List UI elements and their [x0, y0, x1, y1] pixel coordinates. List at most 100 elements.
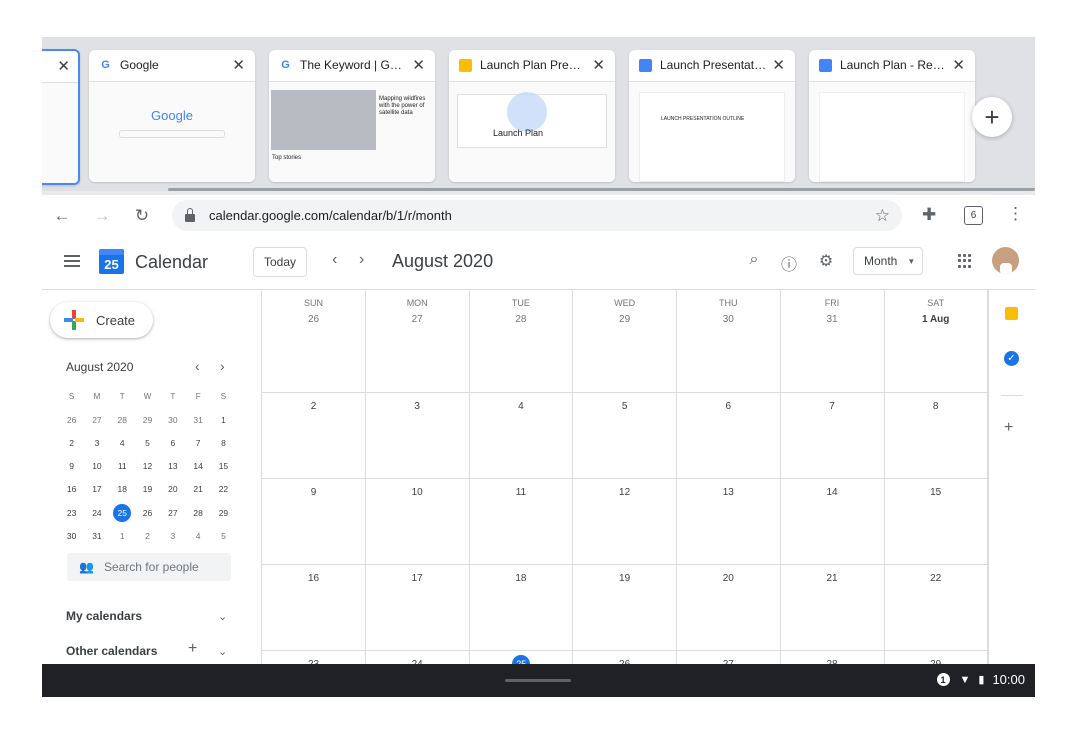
- day-number[interactable]: 28: [469, 314, 572, 325]
- mini-day[interactable]: 5: [135, 438, 160, 448]
- mini-day[interactable]: 24: [84, 508, 109, 518]
- day-number[interactable]: 14: [781, 487, 884, 498]
- my-calendars-label[interactable]: My calendars: [66, 609, 142, 623]
- mini-day[interactable]: 7: [185, 438, 210, 448]
- mini-day[interactable]: 12: [135, 461, 160, 471]
- shelf-handle[interactable]: [505, 679, 571, 682]
- mini-day[interactable]: 16: [59, 484, 84, 494]
- mini-day[interactable]: 3: [160, 531, 185, 541]
- forward-arrow-icon[interactable]: →: [82, 206, 122, 226]
- mini-day[interactable]: 28: [110, 415, 135, 425]
- day-number[interactable]: 16: [262, 573, 365, 584]
- day-number[interactable]: 1 Aug: [884, 314, 987, 325]
- mini-day[interactable]: 22: [211, 484, 236, 494]
- day-number[interactable]: 2: [262, 401, 365, 412]
- back-arrow-icon[interactable]: ←: [42, 206, 82, 226]
- tab-the-keyword[interactable]: G The Keyword | Google ✕ Mapping wildfir…: [269, 50, 435, 182]
- mini-day[interactable]: 14: [185, 461, 210, 471]
- mini-day[interactable]: 3: [84, 438, 109, 448]
- chevron-right-icon[interactable]: ›: [220, 358, 225, 374]
- chevron-left-icon[interactable]: ‹: [195, 358, 200, 374]
- day-number[interactable]: 31: [781, 314, 884, 325]
- mini-day[interactable]: 28: [185, 508, 210, 518]
- day-number[interactable]: 12: [573, 487, 676, 498]
- mini-day[interactable]: 21: [185, 484, 210, 494]
- mini-day[interactable]: 4: [185, 531, 210, 541]
- mini-day[interactable]: 9: [59, 461, 84, 471]
- keep-icon[interactable]: [1005, 307, 1018, 320]
- day-number[interactable]: 27: [366, 314, 469, 325]
- close-icon[interactable]: ✕: [952, 56, 965, 74]
- day-number[interactable]: 3: [366, 401, 469, 412]
- day-number[interactable]: 21: [781, 573, 884, 584]
- day-number[interactable]: 26: [262, 314, 365, 325]
- search-people-input[interactable]: 👥 Search for people: [67, 553, 231, 581]
- day-number[interactable]: 11: [469, 487, 572, 498]
- mini-day[interactable]: 25: [110, 503, 135, 522]
- mini-day[interactable]: 6: [160, 438, 185, 448]
- mini-day[interactable]: 19: [135, 484, 160, 494]
- view-select-month[interactable]: Month ▼: [853, 247, 923, 275]
- new-tab-button[interactable]: +: [972, 97, 1012, 137]
- tab-launch-presentation-outline[interactable]: Launch Presentation ... ✕ LAUNCH PRESENT…: [629, 50, 795, 182]
- search-icon[interactable]: ⌕: [743, 251, 765, 269]
- mini-day[interactable]: 11: [110, 461, 135, 471]
- extensions-puzzle-icon[interactable]: ✚: [922, 205, 936, 225]
- day-number[interactable]: 18: [469, 573, 572, 584]
- close-icon[interactable]: ✕: [232, 56, 245, 74]
- tab-launch-plan-research[interactable]: Launch Plan - Resear... ✕: [809, 50, 975, 182]
- other-calendars-label[interactable]: Other calendars: [66, 644, 157, 658]
- day-number[interactable]: 6: [677, 401, 780, 412]
- mini-day[interactable]: 27: [84, 415, 109, 425]
- more-vert-icon[interactable]: ⋮: [1007, 204, 1024, 224]
- chevron-down-icon[interactable]: ⌄: [218, 610, 227, 623]
- settings-gear-icon[interactable]: ⚙: [815, 251, 837, 271]
- day-number[interactable]: 13: [677, 487, 780, 498]
- day-number[interactable]: 4: [469, 401, 572, 412]
- reload-icon[interactable]: ↻: [122, 206, 162, 226]
- today-button[interactable]: Today: [253, 247, 307, 277]
- day-number[interactable]: 20: [677, 573, 780, 584]
- mini-day[interactable]: 31: [84, 531, 109, 541]
- day-number[interactable]: 15: [884, 487, 987, 498]
- mini-day[interactable]: 29: [135, 415, 160, 425]
- add-calendar-plus-icon[interactable]: +: [188, 640, 197, 658]
- mini-day[interactable]: 1: [211, 415, 236, 425]
- apps-grid-icon[interactable]: [958, 254, 972, 268]
- avatar[interactable]: [992, 247, 1019, 274]
- tab-count-button[interactable]: 6: [964, 206, 983, 225]
- star-icon[interactable]: ☆: [875, 206, 890, 226]
- close-icon[interactable]: ✕: [57, 57, 70, 75]
- day-number[interactable]: 9: [262, 487, 365, 498]
- day-number[interactable]: 29: [573, 314, 676, 325]
- day-number[interactable]: 30: [677, 314, 780, 325]
- day-number[interactable]: 19: [573, 573, 676, 584]
- mini-day[interactable]: 2: [59, 438, 84, 448]
- day-number[interactable]: 7: [781, 401, 884, 412]
- mini-day[interactable]: 15: [211, 461, 236, 471]
- day-number[interactable]: 8: [884, 401, 987, 412]
- mini-day[interactable]: 23: [59, 508, 84, 518]
- mini-day[interactable]: 26: [59, 415, 84, 425]
- mini-day[interactable]: 29: [211, 508, 236, 518]
- mini-day[interactable]: 1: [110, 531, 135, 541]
- mini-day[interactable]: 30: [59, 531, 84, 541]
- mini-day[interactable]: 2: [135, 531, 160, 541]
- mini-day[interactable]: 27: [160, 508, 185, 518]
- chevron-left-icon[interactable]: ‹: [332, 251, 337, 269]
- tasks-check-icon[interactable]: ✓: [1004, 351, 1019, 366]
- day-number[interactable]: 5: [573, 401, 676, 412]
- mini-day[interactable]: 30: [160, 415, 185, 425]
- mini-day[interactable]: 8: [211, 438, 236, 448]
- mini-day[interactable]: 17: [84, 484, 109, 494]
- tab-scrollbar[interactable]: [168, 188, 1035, 191]
- close-icon[interactable]: ✕: [592, 56, 605, 74]
- day-number[interactable]: 22: [884, 573, 987, 584]
- close-icon[interactable]: ✕: [412, 56, 425, 74]
- mini-day[interactable]: 13: [160, 461, 185, 471]
- chevron-right-icon[interactable]: ›: [359, 251, 364, 269]
- day-number[interactable]: 10: [366, 487, 469, 498]
- create-button[interactable]: Create: [50, 302, 153, 338]
- help-icon[interactable]: ⓘ: [778, 251, 800, 275]
- tab-calendar[interactable]: ✕: [42, 49, 80, 185]
